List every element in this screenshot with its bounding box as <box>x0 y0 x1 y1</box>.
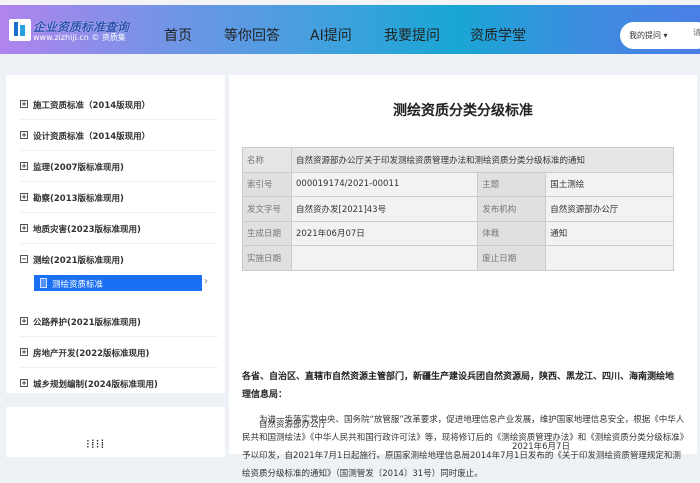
sidebar-subitem-active[interactable]: 测绘资质标准 <box>34 275 202 291</box>
expand-icon[interactable]: + <box>20 379 28 387</box>
sidebar-item-label: 城乡规划编制(2024版标准现用) <box>33 380 158 390</box>
my-questions-dropdown[interactable]: 我的提问 ▾ <box>629 30 668 41</box>
sidebar-item-label: 测绘(2021版标准现用) <box>33 256 124 266</box>
sidebar-item-label: 房地产开发(2022版标准现用) <box>33 349 150 359</box>
nav-ask[interactable]: 我要提问 <box>384 25 440 45</box>
sidebar-item-label: 地质灾害(2023版标准现用) <box>33 225 141 235</box>
table-row: 实施日期 废止日期 <box>242 245 674 271</box>
expand-icon[interactable]: + <box>20 131 28 139</box>
logo-icon <box>9 19 31 41</box>
field-value: 国土测绘 <box>545 171 674 197</box>
table-row: 发文字号 自然资办发[2021]43号 发布机构 自然资源部办公厅 <box>242 196 674 222</box>
nav-ai-ask[interactable]: AI提问 <box>310 25 352 45</box>
logo[interactable]: 企业资质标准查询 www.zizhiji.cn © 资质集 <box>9 19 129 45</box>
field-label: 发文字号 <box>242 196 292 222</box>
expand-icon[interactable]: + <box>20 317 28 325</box>
sidebar-item[interactable]: + 设计资质标准（2014版现用） <box>20 120 218 151</box>
nav-home[interactable]: 首页 <box>164 25 192 45</box>
sidebar-item[interactable]: + 城乡规划编制(2024版标准现用) <box>20 368 218 399</box>
sidebar-subitem-label: 测绘资质标准 <box>52 280 104 290</box>
expand-icon[interactable]: + <box>20 100 28 108</box>
name-value: 自然资源部办公厅关于印发测绘资质管理办法和测绘资质分类分级标准的通知 <box>291 147 674 173</box>
sidebar-item-label: 勘察(2013版标准现用) <box>33 194 124 204</box>
collapse-icon[interactable]: − <box>20 255 28 263</box>
document-icon <box>40 278 47 288</box>
logo-subtitle: www.zizhiji.cn © 资质集 <box>33 33 126 42</box>
sidebar: + 施工资质标准（2014版现用） + 设计资质标准（2014版现用） + 监理(2007… <box>6 75 225 399</box>
sidebar-item[interactable]: + 公路养护(2021版标准现用) <box>20 306 218 337</box>
field-label: 体裁 <box>477 220 547 246</box>
field-value: 自然资办发[2021]43号 <box>290 196 479 222</box>
addressee: 各省、自治区、直辖市自然资源主管部门，新疆生产建设兵团自然资源局，陕西、黑龙江、… <box>242 372 675 400</box>
search-box: 我的提问 ▾ <box>620 22 700 49</box>
field-value: 通知 <box>545 220 674 246</box>
info-table: 名称 自然资源部办公厅关于印发测绘资质管理办法和测绘资质分类分级标准的通知 索引… <box>242 147 674 271</box>
sidebar-item[interactable]: + 勘察(2013版标准现用) <box>20 182 218 213</box>
sidebar-item[interactable]: + 施工资质标准（2014版现用） <box>20 89 218 120</box>
expand-icon[interactable]: + <box>20 193 28 201</box>
table-row: 索引号 000019174/2021-00011 主题 国土测绘 <box>242 171 674 197</box>
sidebar-item-label: 公路养护(2021版标准现用) <box>33 318 141 328</box>
nav-answer[interactable]: 等你回答 <box>224 25 280 45</box>
field-label: 实施日期 <box>242 245 292 271</box>
sidebar-item[interactable]: + 地质灾害(2023版标准现用) <box>20 213 218 244</box>
field-value <box>545 245 674 271</box>
table-row: 生成日期 2021年06月07日 体裁 通知 <box>242 220 674 246</box>
field-value <box>290 245 479 271</box>
field-value: 自然资源部办公厅 <box>545 196 674 222</box>
sidebar-item-label: 设计资质标准（2014版现用） <box>33 132 151 142</box>
expand-icon[interactable]: + <box>20 162 28 170</box>
chevron-right-icon: › <box>204 276 208 287</box>
sidebar-item-label: 监理(2007版标准现用) <box>33 163 124 173</box>
sidebar-widget: ⁝⁞⁝⁞ <box>6 407 225 457</box>
table-row: 名称 自然资源部办公厅关于印发测绘资质管理办法和测绘资质分类分级标准的通知 <box>242 147 674 173</box>
search-input[interactable] <box>693 28 700 37</box>
expand-icon[interactable]: + <box>20 348 28 356</box>
field-value: 2021年06月07日 <box>290 220 479 246</box>
signature: 自然资源部办公厅 <box>259 420 328 430</box>
field-label: 废止日期 <box>477 245 547 271</box>
field-label: 生成日期 <box>242 220 292 246</box>
name-label: 名称 <box>242 147 292 173</box>
main-content: 测绘资质分类分级标准 名称 自然资源部办公厅关于印发测绘资质管理办法和测绘资质分… <box>229 75 697 479</box>
field-value: 000019174/2021-00011 <box>290 171 479 197</box>
nav-academy[interactable]: 资质学堂 <box>470 25 526 45</box>
sidebar-item[interactable]: + 房地产开发(2022版标准现用) <box>20 337 218 368</box>
expand-icon[interactable]: + <box>20 224 28 232</box>
document-date: 2021年6月7日 <box>512 442 570 452</box>
field-label: 索引号 <box>242 171 292 197</box>
page-title: 测绘资质分类分级标准 <box>393 103 533 119</box>
header: 企业资质标准查询 www.zizhiji.cn © 资质集 首页 等你回答 AI… <box>0 5 700 54</box>
sidebar-item-label: 施工资质标准（2014版现用） <box>33 101 151 111</box>
field-label: 发布机构 <box>477 196 547 222</box>
field-label: 主题 <box>477 171 547 197</box>
sidebar-item[interactable]: − 测绘(2021版标准现用) <box>20 244 218 275</box>
loading-spinner-icon: ⁝⁞⁝⁞ <box>86 437 106 451</box>
sidebar-item[interactable]: + 监理(2007版标准现用) <box>20 151 218 182</box>
